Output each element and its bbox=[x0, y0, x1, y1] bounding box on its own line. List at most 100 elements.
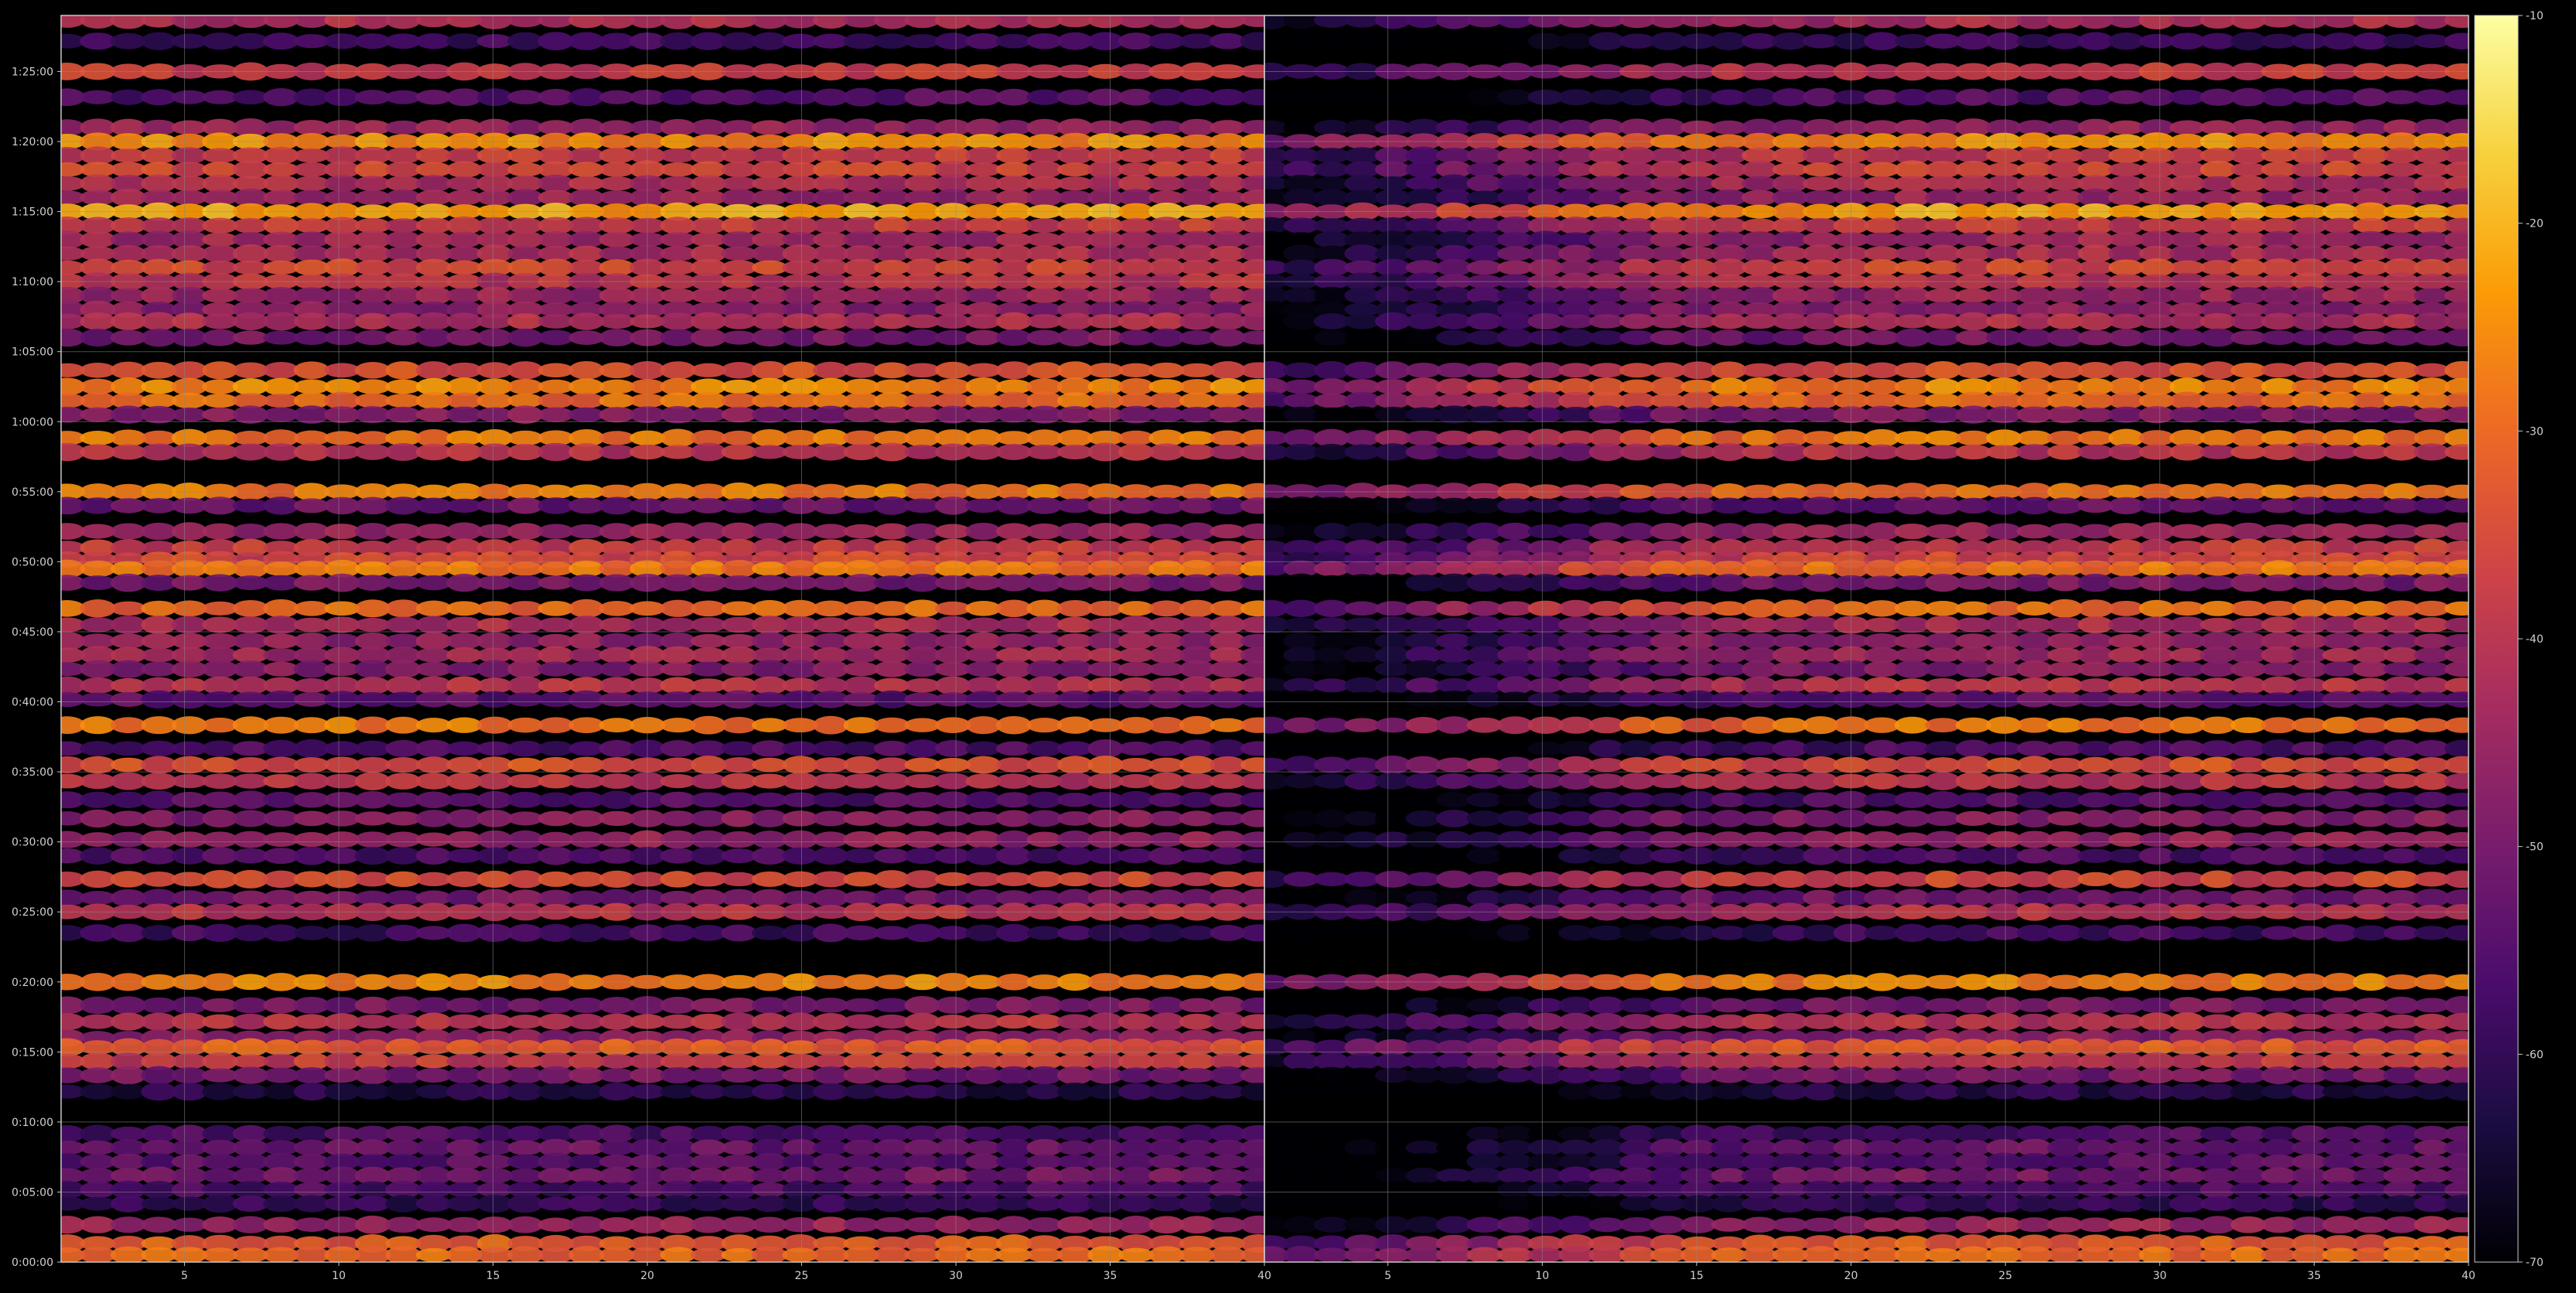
heatmap-cell-left bbox=[904, 445, 940, 459]
heatmap-cell-left bbox=[660, 574, 696, 592]
heatmap-cell-left bbox=[80, 1154, 116, 1170]
heatmap-cell-left bbox=[446, 362, 483, 378]
heatmap-cell-left bbox=[263, 1039, 299, 1056]
heatmap-cell-left bbox=[537, 88, 574, 106]
heatmap-cell-left bbox=[507, 1066, 544, 1084]
heatmap-cell-right bbox=[2047, 997, 2083, 1014]
heatmap-cell-left bbox=[599, 313, 635, 329]
heatmap-cell-right bbox=[1283, 773, 1319, 789]
heatmap-cell-left bbox=[1026, 523, 1063, 540]
heatmap-cell-left bbox=[691, 1125, 727, 1142]
heatmap-cell-left bbox=[1118, 443, 1155, 461]
heatmap-cell-left bbox=[568, 245, 605, 262]
heatmap-cell-right bbox=[1955, 792, 1991, 807]
heatmap-cell-right bbox=[1864, 660, 1900, 677]
heatmap-cell-left bbox=[599, 831, 635, 848]
heatmap-cell-right bbox=[1405, 924, 1442, 942]
heatmap-cell-right bbox=[1405, 600, 1442, 616]
heatmap-cell-left bbox=[782, 445, 818, 459]
heatmap-cell-left bbox=[110, 717, 147, 734]
heatmap-cell-right bbox=[2353, 230, 2389, 248]
heatmap-cell-left bbox=[904, 573, 940, 592]
heatmap-cell-right bbox=[2169, 286, 2206, 305]
heatmap-cell-left bbox=[1118, 924, 1155, 942]
heatmap-cell-right bbox=[2230, 660, 2267, 677]
heatmap-cell-right bbox=[1650, 259, 1686, 276]
heatmap-cell-left bbox=[141, 1196, 177, 1211]
heatmap-cell-left bbox=[476, 575, 513, 590]
heatmap-cell-right bbox=[2016, 617, 2052, 633]
heatmap-cell-left bbox=[874, 379, 910, 394]
heatmap-cell-right bbox=[2108, 90, 2144, 104]
heatmap-cell-right bbox=[1925, 378, 1961, 395]
heatmap-cell-right bbox=[1955, 362, 1991, 379]
heatmap-cell-left bbox=[1118, 616, 1155, 634]
heatmap-cell-right bbox=[1711, 287, 1747, 304]
heatmap-cell-right bbox=[1313, 119, 1350, 135]
heatmap-cell-left bbox=[752, 809, 788, 827]
heatmap-cell-left bbox=[874, 1052, 910, 1070]
heatmap-cell-left bbox=[507, 1039, 544, 1056]
heatmap-cell-left bbox=[568, 407, 605, 422]
heatmap-cell-right bbox=[1436, 739, 1472, 758]
heatmap-cell-left bbox=[904, 1216, 940, 1233]
heatmap-cell-left bbox=[599, 646, 635, 664]
heatmap-cell-left bbox=[904, 87, 940, 107]
heatmap-cell-left bbox=[385, 361, 421, 380]
heatmap-cell-right bbox=[1375, 1013, 1411, 1031]
heatmap-cell-left bbox=[1057, 660, 1094, 678]
heatmap-cell-right bbox=[1619, 363, 1656, 378]
heatmap-cell-right bbox=[2199, 847, 2236, 865]
heatmap-cell-left bbox=[1210, 792, 1246, 807]
heatmap-cell-left bbox=[1057, 560, 1094, 577]
heatmap-cell-right bbox=[2353, 406, 2389, 423]
heatmap-cell-right bbox=[2138, 773, 2175, 789]
heatmap-cell-left bbox=[874, 244, 910, 263]
heatmap-cell-left bbox=[874, 740, 910, 757]
heatmap-cell-left bbox=[171, 575, 207, 591]
heatmap-cell-right bbox=[2016, 189, 2052, 206]
heatmap-cell-right bbox=[1803, 407, 1839, 422]
heatmap-cell-left bbox=[1026, 1083, 1063, 1100]
heatmap-cell-right bbox=[2077, 524, 2114, 539]
heatmap-cell-right bbox=[2108, 924, 2144, 942]
heatmap-cell-left bbox=[354, 244, 391, 263]
heatmap-cell-right bbox=[2260, 774, 2297, 789]
heatmap-cell-left bbox=[385, 1125, 421, 1142]
heatmap-cell-left bbox=[813, 660, 849, 679]
heatmap-cell-left bbox=[1026, 573, 1063, 592]
heatmap-cell-left bbox=[202, 408, 238, 422]
heatmap-cell-left bbox=[1057, 756, 1094, 774]
heatmap-cell-left bbox=[141, 312, 177, 331]
heatmap-cell-right bbox=[2199, 328, 2236, 347]
heatmap-cell-right bbox=[1650, 756, 1686, 774]
heatmap-cell-left bbox=[568, 871, 605, 887]
heatmap-cell-right bbox=[1925, 677, 1961, 693]
heatmap-cell-left bbox=[537, 633, 574, 649]
heatmap-cell-left bbox=[324, 891, 360, 906]
heatmap-cell-left bbox=[782, 393, 818, 408]
heatmap-cell-left bbox=[232, 1013, 268, 1030]
heatmap-cell-left bbox=[721, 1180, 757, 1199]
heatmap-cell-left bbox=[843, 756, 879, 774]
heatmap-cell-left bbox=[263, 997, 299, 1014]
heatmap-cell-left bbox=[782, 407, 818, 423]
heatmap-cell-right bbox=[2353, 600, 2389, 616]
heatmap-cell-right bbox=[1344, 793, 1380, 807]
heatmap-cell-left bbox=[1087, 647, 1124, 663]
heatmap-cell-left bbox=[782, 523, 818, 540]
heatmap-cell-left bbox=[599, 1082, 635, 1101]
heatmap-cell-right bbox=[2138, 430, 2175, 446]
heatmap-cell-left bbox=[507, 1082, 544, 1101]
heatmap-cell-left bbox=[965, 997, 1001, 1013]
heatmap-cell-left bbox=[293, 443, 329, 461]
heatmap-cell-left bbox=[110, 1246, 147, 1262]
heatmap-cell-left bbox=[293, 575, 329, 591]
heatmap-cell-left bbox=[1057, 810, 1094, 826]
heatmap-cell-right bbox=[1466, 522, 1503, 541]
heatmap-cell-right bbox=[2353, 574, 2389, 592]
heatmap-cell-left bbox=[476, 716, 513, 734]
heatmap-cell-right bbox=[2383, 524, 2420, 539]
heatmap-cell-left bbox=[721, 1012, 757, 1031]
heatmap-cell-left bbox=[813, 998, 849, 1013]
